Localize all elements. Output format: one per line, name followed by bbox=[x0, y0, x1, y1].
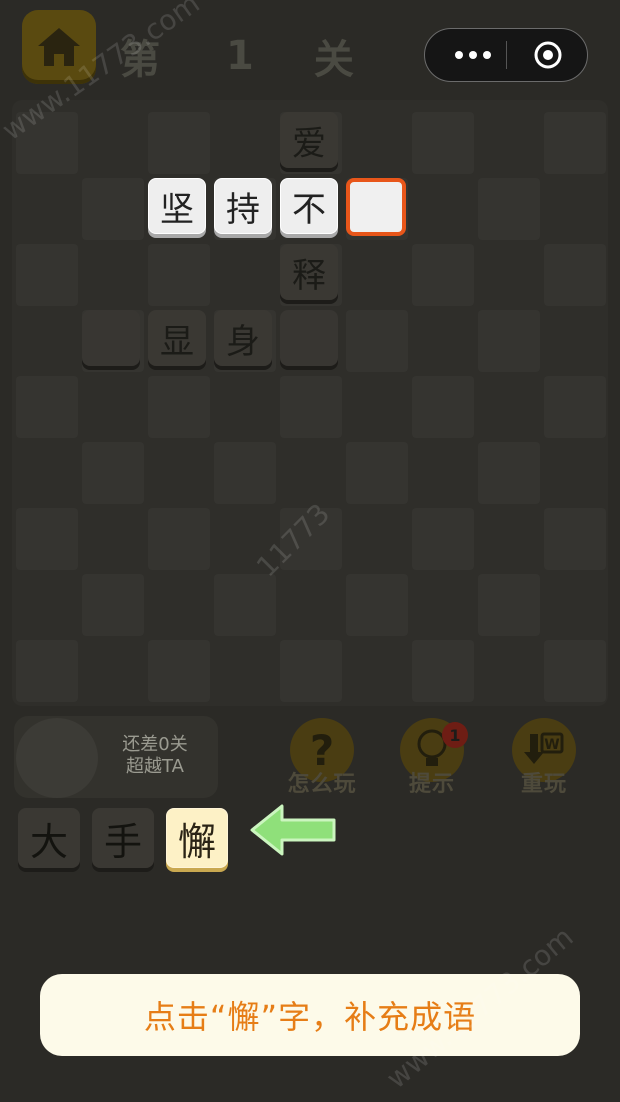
board-grid-cell bbox=[412, 244, 474, 306]
board-cell-selected-blank[interactable] bbox=[346, 178, 406, 236]
friend-line-1: 还差0关 bbox=[122, 734, 188, 755]
board-cell-shi: 释 bbox=[280, 244, 338, 300]
choice-tile-xie[interactable]: 懈 bbox=[166, 808, 228, 868]
restart-label: 重玩 bbox=[520, 772, 567, 797]
board-grid-cell bbox=[214, 574, 276, 636]
board-grid-cell bbox=[544, 244, 606, 306]
board-grid-cell bbox=[478, 574, 540, 636]
board-grid-cell bbox=[214, 442, 276, 504]
board-grid-cell bbox=[346, 310, 408, 372]
board-grid-cell bbox=[16, 508, 78, 570]
svg-text:W: W bbox=[544, 737, 559, 753]
pointer-arrow-icon bbox=[250, 804, 336, 856]
board-grid-cell bbox=[412, 640, 474, 702]
board-grid-cell bbox=[412, 508, 474, 570]
board-cell-blank-left[interactable] bbox=[82, 310, 140, 366]
friend-avatar bbox=[16, 718, 98, 798]
hint-count-badge: 1 bbox=[442, 722, 468, 748]
restart-button[interactable]: W 重玩 bbox=[506, 718, 582, 798]
board-grid-cell bbox=[82, 442, 144, 504]
board-cell-shen: 身 bbox=[214, 310, 272, 366]
board-grid-cell bbox=[346, 574, 408, 636]
board-grid-cell bbox=[478, 442, 540, 504]
mini-program-capsule bbox=[424, 28, 588, 82]
board-grid-cell bbox=[16, 640, 78, 702]
board-cell-blank-right[interactable] bbox=[280, 310, 338, 366]
board-cell-bu: 不 bbox=[280, 178, 338, 234]
hint-button[interactable]: 1 提示 bbox=[394, 718, 470, 798]
board-grid-cell bbox=[412, 376, 474, 438]
choice-tile-shou[interactable]: 手 bbox=[92, 808, 154, 868]
level-number: 1 bbox=[226, 33, 256, 79]
board-cell-jian: 坚 bbox=[148, 178, 206, 234]
board-grid-cell bbox=[82, 178, 144, 240]
board-grid-cell bbox=[148, 508, 210, 570]
board-grid-cell bbox=[148, 376, 210, 438]
target-close-icon[interactable] bbox=[533, 40, 563, 70]
board-grid-cell bbox=[412, 112, 474, 174]
how-to-play-label: 怎么玩 bbox=[287, 772, 357, 797]
board-grid-cell bbox=[478, 178, 540, 240]
board-grid-cell bbox=[478, 310, 540, 372]
puzzle-board: 爱 坚 持 不 释 显 身 bbox=[12, 100, 608, 706]
board-grid-cell bbox=[82, 574, 144, 636]
friend-line-2: 超越TA bbox=[126, 756, 184, 777]
level-suffix: 关 bbox=[313, 37, 356, 83]
choice-tile-da[interactable]: 大 bbox=[18, 808, 80, 868]
board-grid-cell bbox=[148, 112, 210, 174]
board-grid-cell bbox=[346, 442, 408, 504]
hint-label: 提示 bbox=[408, 772, 455, 797]
board-cell-chi: 持 bbox=[214, 178, 272, 234]
board-grid-cell bbox=[16, 376, 78, 438]
more-dots-icon[interactable] bbox=[443, 29, 503, 81]
board-grid-cell bbox=[280, 376, 342, 438]
board-grid-cell bbox=[544, 508, 606, 570]
board-grid-cell bbox=[148, 640, 210, 702]
capsule-divider bbox=[506, 41, 507, 69]
board-grid-cell bbox=[148, 244, 210, 306]
friend-progress-text: 还差0关 超越TA bbox=[100, 734, 210, 778]
board-grid-cell bbox=[544, 112, 606, 174]
how-to-play-button[interactable]: ? 怎么玩 bbox=[284, 718, 360, 798]
board-grid-cell bbox=[280, 640, 342, 702]
board-cell-xian: 显 bbox=[148, 310, 206, 366]
board-grid-cell bbox=[16, 244, 78, 306]
board-grid-cell bbox=[544, 640, 606, 702]
board-grid-cell bbox=[544, 376, 606, 438]
board-cell-ai: 爱 bbox=[280, 112, 338, 168]
